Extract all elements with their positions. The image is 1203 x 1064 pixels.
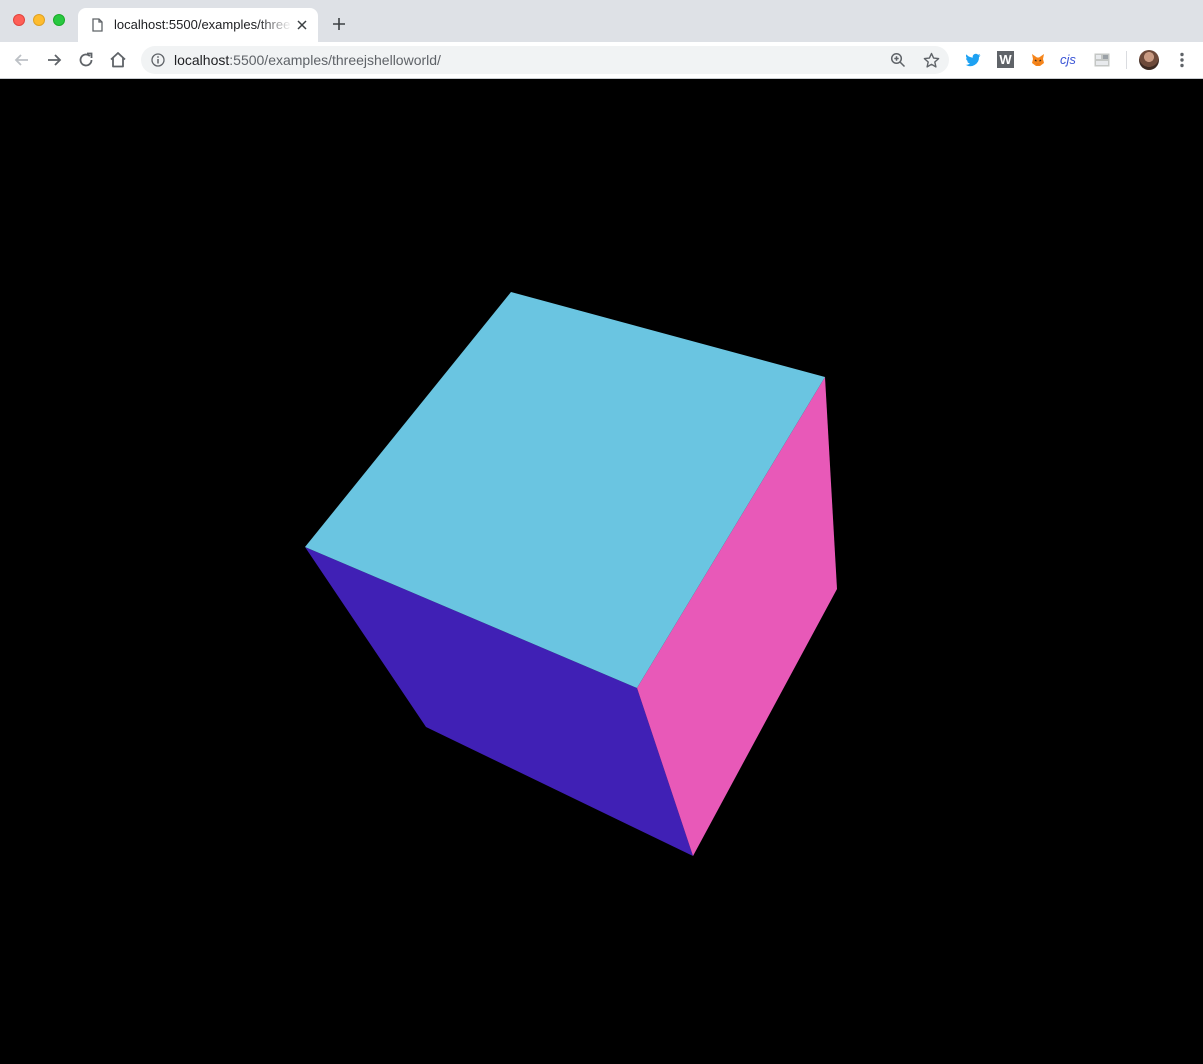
url-text[interactable]: localhost:5500/examples/threejshelloworl…	[174, 52, 441, 68]
browser-toolbar: localhost:5500/examples/threejshelloworl…	[0, 42, 1203, 79]
page-icon	[92, 18, 103, 32]
webgl-canvas[interactable]	[0, 79, 1203, 1064]
info-icon[interactable]	[151, 53, 165, 67]
w-icon[interactable]: W	[997, 51, 1014, 68]
close-window-button[interactable]	[13, 14, 25, 26]
more-vertical-icon[interactable]	[1172, 50, 1192, 70]
plus-icon[interactable]	[331, 16, 347, 32]
twitter-icon[interactable]	[964, 51, 982, 69]
forward-arrow-icon[interactable]	[44, 50, 64, 70]
page-viewport	[0, 79, 1203, 1064]
toolbar-divider	[1126, 51, 1127, 69]
extension-grid-icon[interactable]	[1093, 51, 1111, 69]
profile-avatar[interactable]	[1139, 50, 1159, 70]
reload-icon[interactable]	[76, 50, 96, 70]
minimize-window-button[interactable]	[33, 14, 45, 26]
tab-title-fade	[258, 14, 292, 36]
maximize-window-button[interactable]	[53, 14, 65, 26]
url-path: :5500/examples/threejshelloworld/	[229, 52, 441, 68]
url-host: localhost	[174, 52, 230, 68]
close-tab-icon[interactable]	[296, 19, 308, 31]
tab-strip: localhost:5500/examples/threejshelloworl…	[0, 0, 1203, 42]
metamask-fox-icon[interactable]	[1029, 51, 1047, 69]
browser-window: localhost:5500/examples/threejshelloworl…	[0, 0, 1203, 1064]
tab-active[interactable]: localhost:5500/examples/threejshelloworl…	[78, 8, 318, 42]
star-icon[interactable]	[923, 52, 940, 69]
home-icon[interactable]	[108, 50, 128, 70]
back-arrow-icon[interactable]	[12, 50, 32, 70]
address-bar[interactable]: localhost:5500/examples/threejshelloworl…	[141, 46, 949, 74]
cjs-icon[interactable]: cjs	[1060, 51, 1082, 69]
zoom-in-icon[interactable]	[890, 52, 906, 68]
